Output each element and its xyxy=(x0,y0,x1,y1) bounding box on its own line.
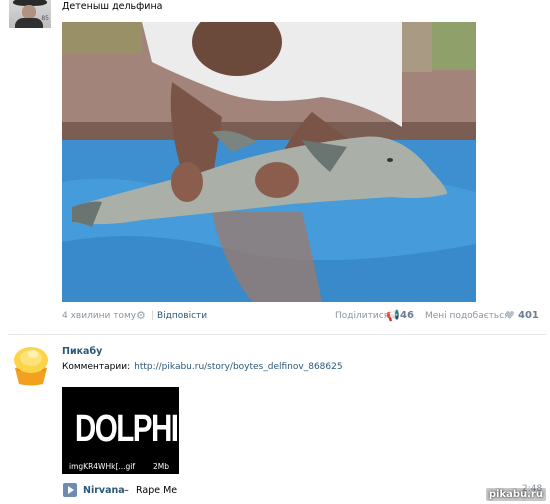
share-label[interactable]: Поділитися xyxy=(335,311,389,321)
audio-title: Rape Me xyxy=(136,485,178,496)
gif-file-name: imgKR4WHk[...gif xyxy=(69,462,136,471)
post-author[interactable]: Пикабу xyxy=(62,346,102,357)
watermark: pikabu.ru xyxy=(485,488,546,501)
post-photo[interactable] xyxy=(62,22,476,302)
gif-title: DOLPHINS xyxy=(74,408,217,450)
post-text: Детеныш дельфина xyxy=(62,1,163,12)
share-count[interactable]: 46 xyxy=(400,310,414,321)
heart-icon[interactable]: ♥ xyxy=(505,309,515,322)
gear-icon[interactable]: ⚙ xyxy=(136,309,146,322)
gif-attachment[interactable]: DOLPHINS imgKR4WHk[...gif 2Mb xyxy=(62,387,217,474)
author-avatar[interactable]: 85 xyxy=(9,0,51,28)
audio-dash: – xyxy=(124,485,129,496)
share-icon[interactable]: 📢 xyxy=(386,309,400,322)
suit-shape xyxy=(15,18,43,28)
post-time[interactable]: 4 хвилини тому xyxy=(62,311,136,321)
dolphin-photo-illustration xyxy=(62,22,476,302)
avatar-badge: 85 xyxy=(41,15,49,22)
gif-file-size: 2Mb xyxy=(152,462,169,471)
reply-link[interactable]: Відповісти xyxy=(157,311,207,321)
post-divider xyxy=(8,334,546,335)
audio-artist[interactable]: Nirvana xyxy=(83,485,125,496)
cupcake-logo-icon xyxy=(14,347,48,386)
face-shape xyxy=(22,5,36,19)
comment-label: Комментарии: xyxy=(62,362,131,372)
pikabu-avatar[interactable] xyxy=(9,342,53,386)
separator: | xyxy=(151,310,155,321)
like-count[interactable]: 401 xyxy=(518,310,539,321)
comment-line: Комментарии: http://pikabu.ru/story/boyte… xyxy=(62,362,343,372)
comment-link[interactable]: http://pikabu.ru/story/boytes_delfinov_8… xyxy=(134,362,342,372)
like-label[interactable]: Мені подобається xyxy=(425,311,510,321)
play-icon[interactable] xyxy=(63,483,77,497)
